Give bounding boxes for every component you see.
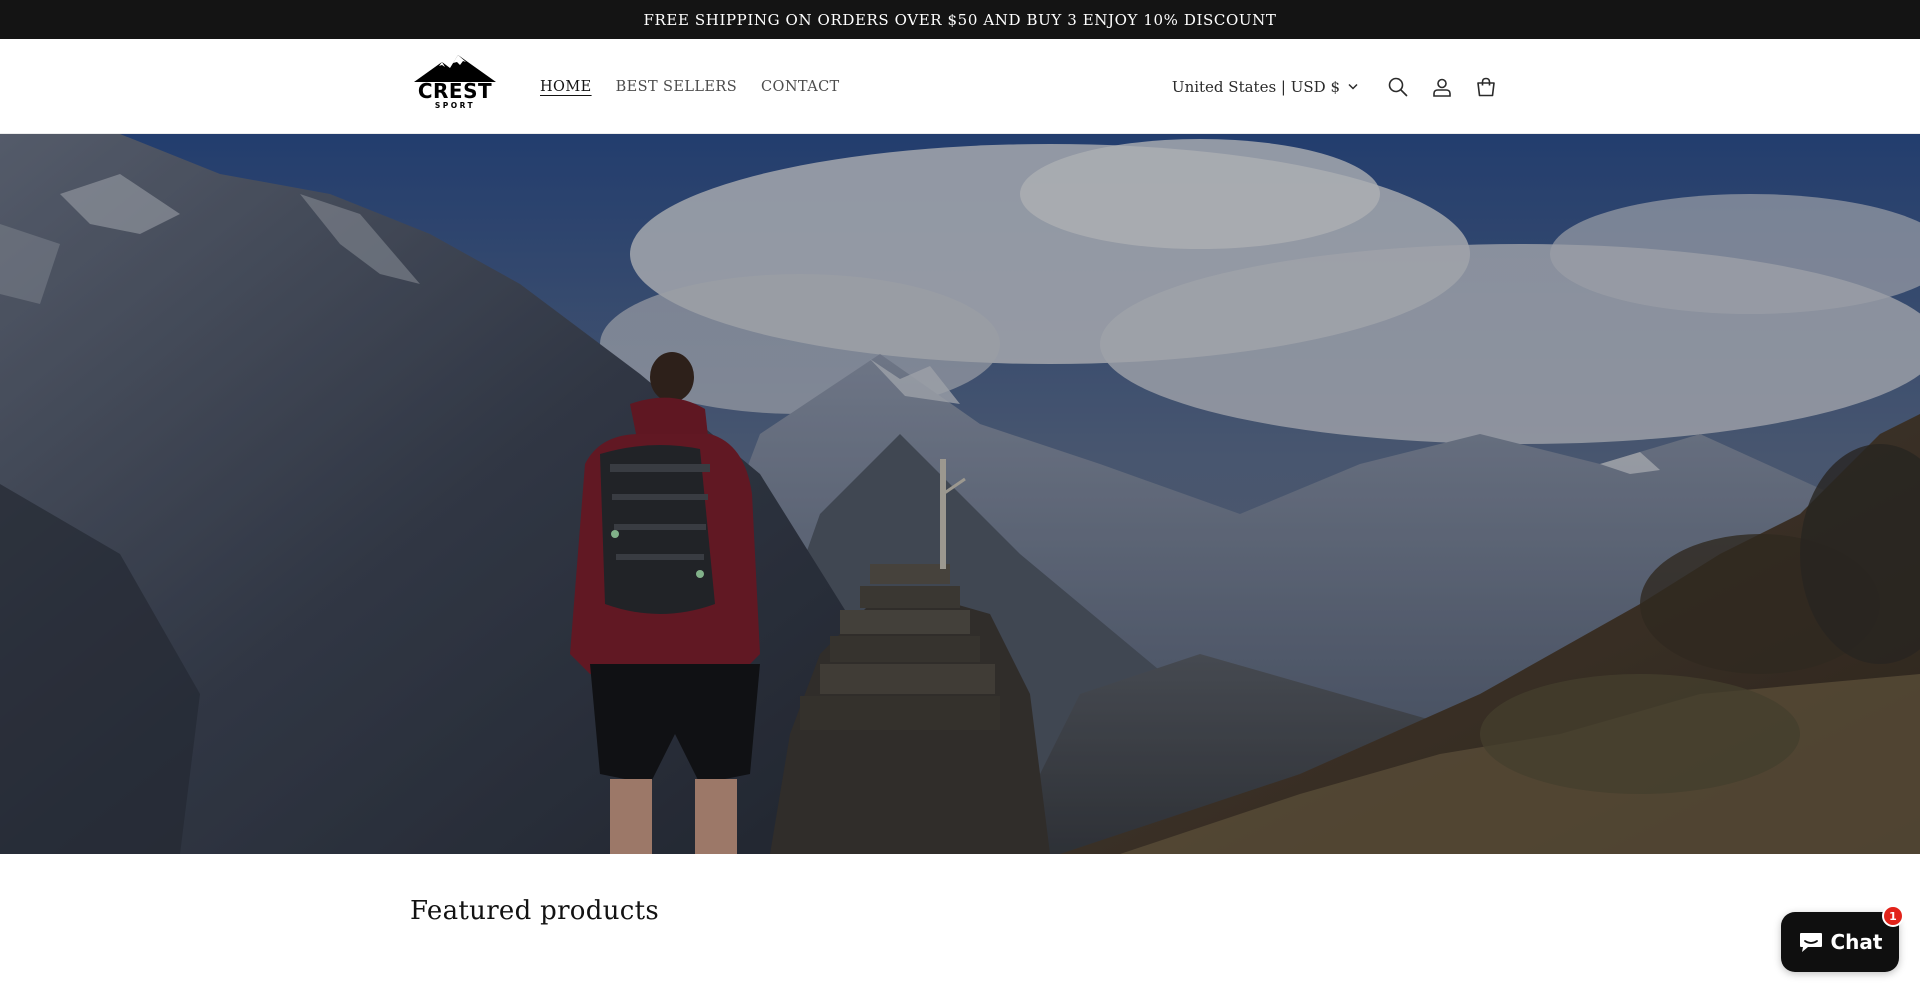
account-icon	[1433, 78, 1451, 97]
account-button[interactable]	[1420, 65, 1464, 109]
chat-bubble-icon	[1799, 933, 1822, 952]
chat-notification-badge: 1	[1882, 905, 1904, 927]
header-actions: United States | USD $	[1172, 39, 1508, 134]
featured-products-heading: Featured products	[410, 896, 659, 926]
chat-label: Chat	[1830, 930, 1883, 954]
nav-best-sellers[interactable]: BEST SELLERS	[616, 79, 737, 95]
hero-banner	[0, 134, 1920, 854]
nav-home[interactable]: HOME	[540, 79, 592, 95]
main-nav: HOME BEST SELLERS CONTACT	[540, 39, 840, 134]
announcement-text: FREE SHIPPING ON ORDERS OVER $50 AND BUY…	[643, 10, 1277, 29]
search-icon	[1388, 77, 1408, 96]
hero-image	[0, 134, 1920, 854]
search-button[interactable]	[1376, 65, 1420, 109]
cart-icon	[1477, 77, 1495, 96]
locale-label: United States | USD $	[1171, 77, 1340, 96]
chat-button[interactable]: Chat	[1781, 912, 1899, 972]
cart-button[interactable]	[1464, 65, 1508, 109]
nav-contact[interactable]: CONTACT	[761, 79, 840, 95]
logo-wordmark: CREST	[417, 79, 493, 103]
logo[interactable]: CREST SPORT	[410, 53, 500, 117]
logo-subtitle: SPORT	[434, 101, 476, 110]
chevron-down-icon	[1348, 83, 1358, 90]
site-header: CREST SPORT HOME BEST SELLERS CONTACT Un…	[0, 39, 1920, 134]
country-currency-selector[interactable]: United States | USD $	[1172, 78, 1358, 96]
announcement-bar: FREE SHIPPING ON ORDERS OVER $50 AND BUY…	[0, 0, 1920, 39]
